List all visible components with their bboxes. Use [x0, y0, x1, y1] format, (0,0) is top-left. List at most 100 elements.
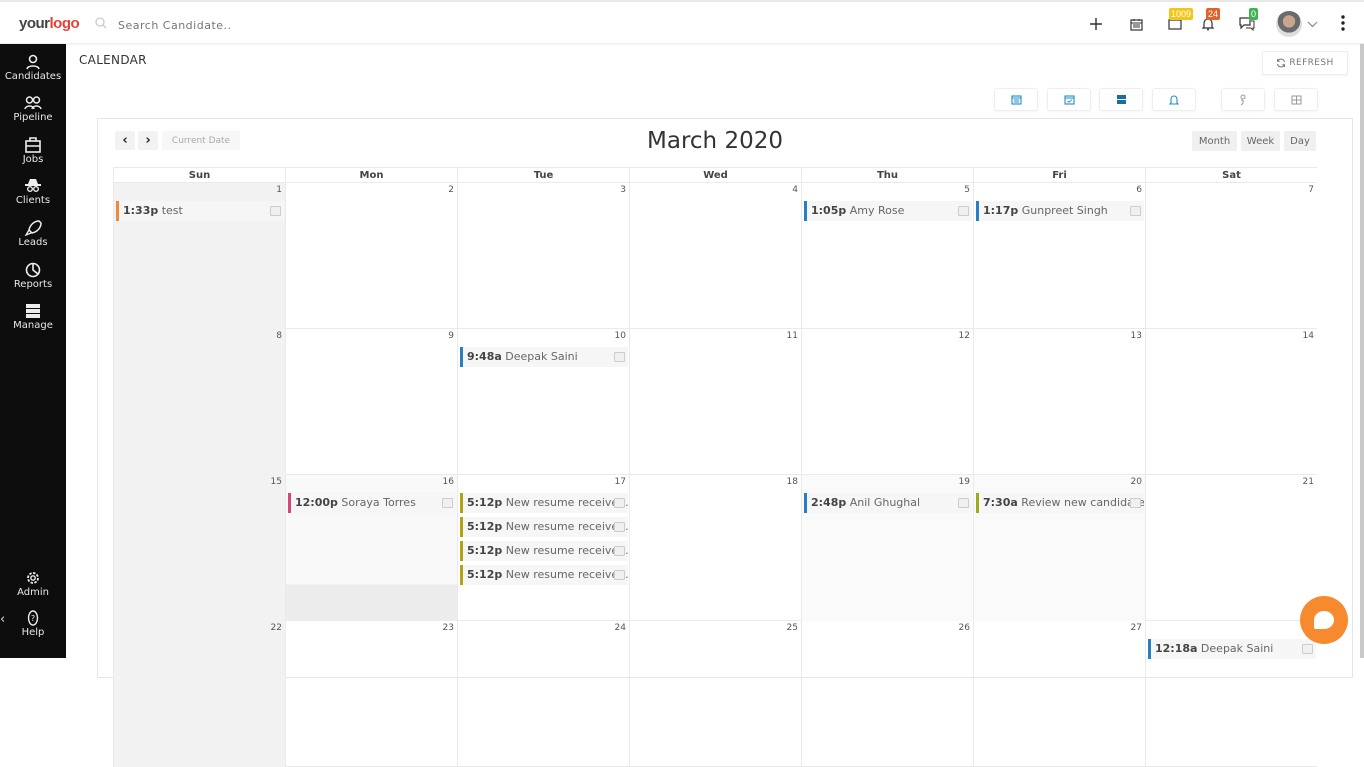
- inbox-button[interactable]: 1009: [1165, 8, 1194, 34]
- day-cell[interactable]: 9: [285, 329, 457, 475]
- day-number[interactable]: 16: [443, 477, 454, 487]
- day-number[interactable]: 1: [276, 185, 282, 195]
- day-number[interactable]: 12: [959, 331, 970, 341]
- scrollbar[interactable]: [1360, 44, 1364, 658]
- day-cell[interactable]: 2: [285, 183, 457, 329]
- day-cell[interactable]: 21: [1145, 475, 1317, 621]
- calendar-event[interactable]: 5:12p New resume received.: [460, 517, 628, 537]
- sidebar-item-pipeline[interactable]: Pipeline: [0, 95, 66, 123]
- day-number[interactable]: 9: [448, 331, 454, 341]
- view-month-button[interactable]: Month: [1192, 131, 1237, 151]
- day-number[interactable]: 5: [964, 185, 970, 195]
- day-cell[interactable]: 18: [629, 475, 801, 621]
- day-cell[interactable]: 17 5:12p New resume received. 5:12p New re…: [457, 475, 629, 621]
- sidebar-item-jobs[interactable]: Jobs: [0, 137, 66, 165]
- calendar-event[interactable]: 1:33p test: [116, 201, 284, 221]
- avatar[interactable]: [1276, 11, 1302, 37]
- day-number[interactable]: 2: [448, 185, 454, 195]
- day-number[interactable]: 18: [787, 477, 798, 487]
- sidebar-item-help[interactable]: ? Help: [0, 610, 66, 638]
- calendar-event[interactable]: 5:12p New resume received.: [460, 493, 628, 513]
- day-cell[interactable]: 11: [629, 329, 801, 475]
- day-cell[interactable]: 10 9:48a Deepak Saini: [457, 329, 629, 475]
- day-cell[interactable]: 19 2:48p Anil Ghughal: [801, 475, 973, 621]
- day-number[interactable]: 20: [1131, 477, 1142, 487]
- calendar-event[interactable]: 1:05p Amy Rose: [804, 201, 972, 221]
- day-number[interactable]: 10: [615, 331, 626, 341]
- day-cell[interactable]: 7: [1145, 183, 1317, 329]
- day-cell[interactable]: 26: [801, 621, 973, 767]
- calendar-filter-button[interactable]: [994, 88, 1038, 111]
- day-number[interactable]: 27: [1131, 623, 1142, 633]
- day-number[interactable]: 19: [959, 477, 970, 487]
- sidebar-item-reports[interactable]: Reports: [0, 262, 66, 290]
- messages-button[interactable]: 0: [1237, 8, 1259, 34]
- day-number[interactable]: 11: [787, 331, 798, 341]
- sidebar-item-candidates[interactable]: Candidates: [0, 54, 66, 82]
- day-cell[interactable]: 13: [973, 329, 1145, 475]
- day-number[interactable]: 21: [1303, 477, 1314, 487]
- prev-month-button[interactable]: ‹: [115, 131, 135, 150]
- day-number[interactable]: 14: [1303, 331, 1314, 341]
- calendar-event[interactable]: 5:12p New resume received.: [460, 541, 628, 561]
- more-vertical-icon[interactable]: [1341, 15, 1345, 31]
- next-month-button[interactable]: ›: [138, 131, 158, 150]
- current-date-button[interactable]: Current Date: [162, 131, 240, 150]
- sidebar-item-clients[interactable]: Clients: [0, 178, 66, 206]
- calendar-event[interactable]: 1:17p Gunpreet Singh: [976, 201, 1144, 221]
- calendar-event[interactable]: 9:48a Deepak Saini: [460, 347, 628, 367]
- live-chat-button[interactable]: [1300, 596, 1348, 644]
- day-cell[interactable]: 6 1:17p Gunpreet Singh: [973, 183, 1145, 329]
- chevron-down-icon[interactable]: [1307, 21, 1318, 28]
- day-cell[interactable]: 2812:18a Deepak Saini: [1145, 621, 1317, 767]
- search-input[interactable]: [118, 15, 418, 35]
- day-cell[interactable]: 22: [113, 621, 285, 767]
- calendar-event[interactable]: 5:12p New resume received.: [460, 565, 628, 585]
- day-number[interactable]: 15: [271, 477, 282, 487]
- day-cell[interactable]: 15: [113, 475, 285, 621]
- refresh-button[interactable]: REFRESH: [1262, 51, 1348, 75]
- day-number[interactable]: 7: [1308, 185, 1314, 195]
- day-cell[interactable]: 16 12:00p Soraya Torres: [285, 475, 457, 621]
- day-cell[interactable]: 23: [285, 621, 457, 767]
- sidebar-item-admin[interactable]: Admin: [0, 570, 66, 598]
- task-filter-button[interactable]: [1047, 88, 1091, 111]
- notifications-button[interactable]: 24: [1198, 8, 1221, 34]
- day-cell[interactable]: 5 1:05p Amy Rose: [801, 183, 973, 329]
- add-button[interactable]: [1086, 14, 1106, 34]
- day-cell[interactable]: 1 1:33p test: [113, 183, 285, 329]
- server-filter-button[interactable]: [1099, 88, 1143, 111]
- view-week-button[interactable]: Week: [1241, 131, 1280, 151]
- day-number[interactable]: 26: [959, 623, 970, 633]
- day-number[interactable]: 25: [787, 623, 798, 633]
- day-cell[interactable]: 14: [1145, 329, 1317, 475]
- day-number[interactable]: 6: [1136, 185, 1142, 195]
- collapse-sidebar-button[interactable]: ‹: [0, 612, 5, 627]
- day-number[interactable]: 23: [443, 623, 454, 633]
- day-number[interactable]: 3: [620, 185, 626, 195]
- calendar-event[interactable]: 12:00p Soraya Torres: [288, 493, 456, 513]
- sidebar-item-leads[interactable]: Leads: [0, 220, 66, 248]
- day-cell[interactable]: 4: [629, 183, 801, 329]
- user-filter-button[interactable]: [1221, 88, 1265, 111]
- calendar-event[interactable]: 2:48p Anil Ghughal: [804, 493, 972, 513]
- grid-filter-button[interactable]: [1274, 88, 1318, 111]
- calendar-event[interactable]: 7:30a Review new candidates: [976, 493, 1144, 513]
- calendar-event[interactable]: 12:18a Deepak Saini: [1148, 639, 1316, 659]
- sidebar-item-manage[interactable]: Manage: [0, 303, 66, 331]
- day-number[interactable]: 4: [792, 185, 798, 195]
- day-cell[interactable]: 27: [973, 621, 1145, 767]
- day-number[interactable]: 24: [615, 623, 626, 633]
- day-cell[interactable]: 3: [457, 183, 629, 329]
- day-cell[interactable]: 25: [629, 621, 801, 767]
- reminder-filter-button[interactable]: [1152, 88, 1196, 111]
- calendar-button[interactable]: [1126, 14, 1146, 34]
- day-cell[interactable]: 24: [457, 621, 629, 767]
- logo[interactable]: yourlogo: [19, 15, 80, 32]
- day-number[interactable]: 8: [276, 331, 282, 341]
- day-cell[interactable]: 8: [113, 329, 285, 475]
- day-number[interactable]: 17: [615, 477, 626, 487]
- day-number[interactable]: 22: [271, 623, 282, 633]
- day-cell[interactable]: 20 7:30a Review new candidates: [973, 475, 1145, 621]
- day-cell[interactable]: 12: [801, 329, 973, 475]
